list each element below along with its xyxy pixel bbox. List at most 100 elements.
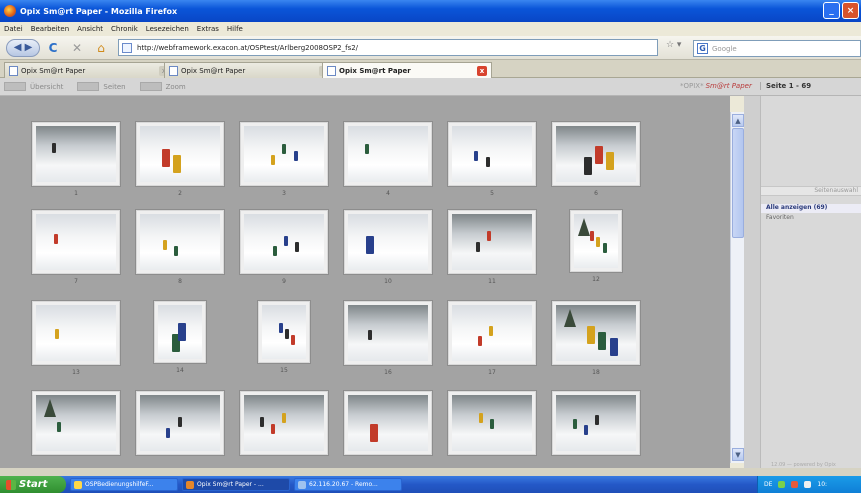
- photo-thumbnail[interactable]: [448, 122, 536, 186]
- photo-thumbnail[interactable]: [344, 210, 432, 274]
- skier-figure: [572, 419, 577, 430]
- skier-figure: [368, 330, 372, 341]
- language-indicator[interactable]: DE: [764, 481, 772, 488]
- skier-figure: [55, 328, 60, 339]
- tree: [564, 309, 576, 328]
- snow-photo: [556, 305, 636, 361]
- back-forward-button[interactable]: ◀ ▶: [6, 38, 40, 57]
- vertical-scrollbar[interactable]: ▲ ▼: [730, 112, 744, 463]
- network-icon[interactable]: [778, 481, 786, 488]
- photo-thumbnail[interactable]: [552, 122, 640, 186]
- page-range-label: Seite 1 - 69: [760, 82, 811, 90]
- tab-close-icon[interactable]: x: [477, 66, 487, 76]
- skier-figure: [172, 155, 181, 174]
- start-label: Start: [19, 479, 48, 490]
- tab-1[interactable]: Opix Sm@rt Paper x: [4, 62, 174, 78]
- snow-photo: [452, 305, 532, 361]
- photo-thumbnail[interactable]: [240, 391, 328, 455]
- security-icon[interactable]: [791, 481, 799, 488]
- skier-figure: [479, 412, 484, 423]
- skier-figure: [487, 231, 492, 242]
- photo-thumbnail[interactable]: [240, 210, 328, 274]
- menu-hilfe[interactable]: Hilfe: [227, 25, 243, 33]
- brand-prefix: *OPIX*: [680, 82, 704, 90]
- zoom-icon: [139, 82, 162, 91]
- app-icon: [74, 481, 82, 489]
- photo-thumbnail[interactable]: [258, 301, 310, 363]
- taskbar-item-help[interactable]: OSPBedienungshilfeF...: [70, 478, 178, 491]
- menu-ansicht[interactable]: Ansicht: [77, 25, 103, 33]
- snow-photo: [348, 305, 428, 361]
- skier-figure: [52, 142, 56, 153]
- thumbnail-number: 7: [74, 278, 78, 285]
- scroll-thumb[interactable]: [732, 128, 744, 238]
- photo-thumbnail[interactable]: [136, 391, 224, 455]
- pages-button[interactable]: Seiten: [77, 82, 126, 91]
- reload-button[interactable]: C: [42, 39, 64, 57]
- start-button[interactable]: Start: [0, 476, 66, 493]
- skier-figure: [595, 414, 600, 425]
- volume-icon[interactable]: [804, 481, 812, 488]
- photo-thumbnail[interactable]: [240, 122, 328, 186]
- skier-figure: [161, 148, 170, 167]
- stop-button[interactable]: ✕: [66, 39, 88, 57]
- photo-thumbnail[interactable]: [344, 391, 432, 455]
- firefox-icon: [186, 481, 194, 489]
- home-button[interactable]: ⌂: [90, 39, 112, 57]
- taskbar-item-firefox[interactable]: Opix Sm@rt Paper - ...: [182, 478, 290, 491]
- skier-figure: [271, 155, 276, 166]
- taskbar-item-label: OSPBedienungshilfeF...: [85, 481, 154, 488]
- tab-2[interactable]: Opix Sm@rt Paper x: [164, 62, 334, 78]
- overview-button[interactable]: Übersicht: [4, 82, 63, 91]
- skier-figure: [587, 325, 596, 344]
- taskbar-item-remote[interactable]: 62.116.20.67 - Remo...: [294, 478, 402, 491]
- photo-thumbnail[interactable]: [552, 301, 640, 365]
- photo-thumbnail[interactable]: [448, 210, 536, 274]
- thumbnail-number: 2: [178, 190, 182, 197]
- photo-thumbnail[interactable]: [344, 301, 432, 365]
- photo-thumbnail[interactable]: [32, 301, 120, 365]
- photo-thumbnail[interactable]: [154, 301, 206, 363]
- snow-photo: [452, 214, 532, 270]
- thumbnail-number: 6: [594, 190, 598, 197]
- show-all-item[interactable]: Alle anzeigen (69): [761, 204, 861, 213]
- search-input[interactable]: G Google: [693, 40, 861, 57]
- minimize-button[interactable]: _: [823, 2, 840, 19]
- snow-photo: [36, 126, 116, 182]
- scroll-up-icon[interactable]: ▲: [732, 114, 744, 127]
- photo-thumbnail[interactable]: [136, 122, 224, 186]
- thumbnail-number: 9: [282, 278, 286, 285]
- photo-thumbnail[interactable]: [570, 210, 622, 272]
- favorites-item[interactable]: Favoriten: [761, 214, 861, 223]
- photo-thumbnail[interactable]: [448, 301, 536, 365]
- menu-lesezeichen[interactable]: Lesezeichen: [146, 25, 189, 33]
- photo-thumbnail[interactable]: [552, 391, 640, 455]
- photo-thumbnail[interactable]: [344, 122, 432, 186]
- photo-thumbnail[interactable]: [32, 122, 120, 186]
- skier-figure: [590, 230, 595, 241]
- menu-datei[interactable]: Datei: [4, 25, 23, 33]
- page-icon: [327, 66, 336, 76]
- bookmark-star-icon[interactable]: ☆ ▾: [666, 40, 681, 50]
- photo-thumbnail[interactable]: [32, 210, 120, 274]
- skier-figure: [282, 144, 287, 155]
- menu-extras[interactable]: Extras: [197, 25, 219, 33]
- page-icon: [169, 66, 178, 76]
- url-bar[interactable]: http://webframework.exacon.at/OSPtest/Ar…: [118, 39, 658, 56]
- photo-thumbnail[interactable]: [32, 391, 120, 455]
- zoom-button[interactable]: Zoom: [139, 82, 186, 91]
- menu-bearbeiten[interactable]: Bearbeiten: [31, 25, 69, 33]
- search-placeholder: Google: [712, 44, 737, 53]
- thumbnail-grid: 1 2 3 4 5 6 7 8 9 10 11 12 13 14 15 16 17 18: [0, 96, 730, 468]
- skier-figure: [291, 335, 296, 346]
- photo-thumbnail[interactable]: [136, 210, 224, 274]
- snow-photo: [244, 126, 324, 182]
- thumbnail-number: 15: [280, 367, 288, 374]
- menu-chronik[interactable]: Chronik: [111, 25, 138, 33]
- photo-thumbnail[interactable]: [448, 391, 536, 455]
- google-icon[interactable]: G: [697, 43, 708, 54]
- thumbnail-number: 11: [488, 278, 496, 285]
- tab-3[interactable]: Opix Sm@rt Paper x: [322, 62, 492, 79]
- close-button[interactable]: ×: [842, 2, 859, 19]
- scroll-down-icon[interactable]: ▼: [732, 448, 744, 461]
